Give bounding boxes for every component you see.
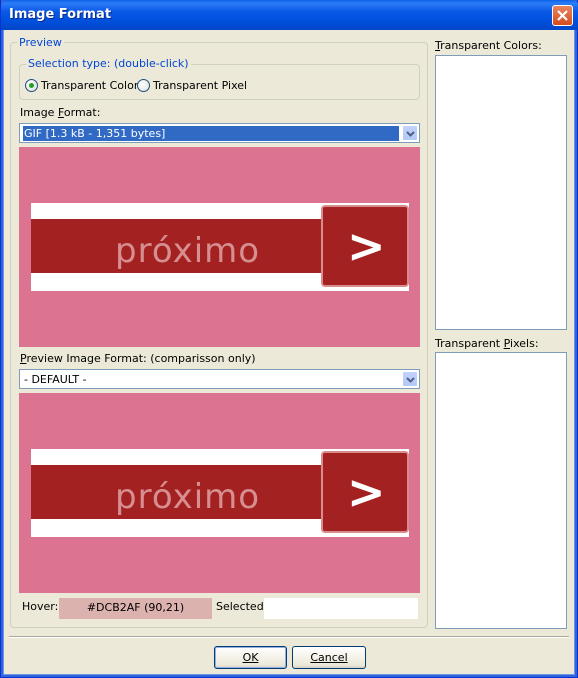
hover-label: Hover:: [22, 600, 59, 613]
transparent-colors-list[interactable]: [435, 55, 567, 330]
selected-label: Selected:: [216, 600, 268, 613]
banner-arrow: >: [347, 219, 386, 273]
selection-type-legend: Selection type: (double-click): [26, 57, 191, 70]
radio-label: Transparent Pixel: [153, 79, 248, 92]
separator: [9, 636, 569, 638]
image-format-label: Image Format:: [20, 106, 101, 119]
radio-dot-checked: [25, 79, 38, 92]
preview-group-legend: Preview: [17, 36, 64, 49]
cancel-button[interactable]: Cancel: [292, 646, 366, 669]
preview-image[interactable]: próximo >: [19, 147, 420, 347]
hover-color-swatch: #DCB2AF (90,21): [59, 598, 212, 619]
comparison-preview-image[interactable]: próximo >: [19, 393, 420, 593]
cancel-label: Cancel: [310, 651, 348, 664]
transparent-colors-label: Transparent Colors:: [435, 39, 542, 52]
image-format-dialog: Image Format Preview Selection type: (do…: [0, 0, 578, 678]
radio-transparent-pixel[interactable]: Transparent Pixel: [137, 79, 247, 92]
dropdown-button[interactable]: [402, 371, 418, 387]
banner-text: próximo: [115, 477, 261, 517]
ok-label: OK: [242, 651, 259, 664]
radio-label: Transparent Color: [41, 79, 139, 92]
banner-text: próximo: [115, 231, 261, 271]
preview-format-select[interactable]: - DEFAULT -: [19, 369, 420, 389]
banner-arrow: >: [347, 465, 386, 519]
selected-color-swatch: [264, 598, 418, 619]
image-format-select[interactable]: GIF [1.3 kB - 1,351 bytes]: [19, 123, 420, 143]
close-button[interactable]: [552, 5, 573, 26]
image-format-value: GIF [1.3 kB - 1,351 bytes]: [23, 126, 399, 141]
transparent-pixels-list[interactable]: [435, 352, 567, 629]
title-bar: Image Format: [1, 0, 578, 30]
ok-button[interactable]: OK: [214, 646, 287, 669]
preview-format-label: Preview Image Format: (comparisson only): [20, 352, 256, 365]
radio-transparent-color[interactable]: Transparent Color: [25, 79, 138, 92]
radio-dot: [137, 79, 150, 92]
window-title: Image Format: [9, 7, 112, 22]
dropdown-button[interactable]: [402, 125, 418, 141]
transparent-pixels-label: Transparent Pixels:: [435, 337, 539, 350]
preview-format-value: - DEFAULT -: [24, 373, 87, 386]
